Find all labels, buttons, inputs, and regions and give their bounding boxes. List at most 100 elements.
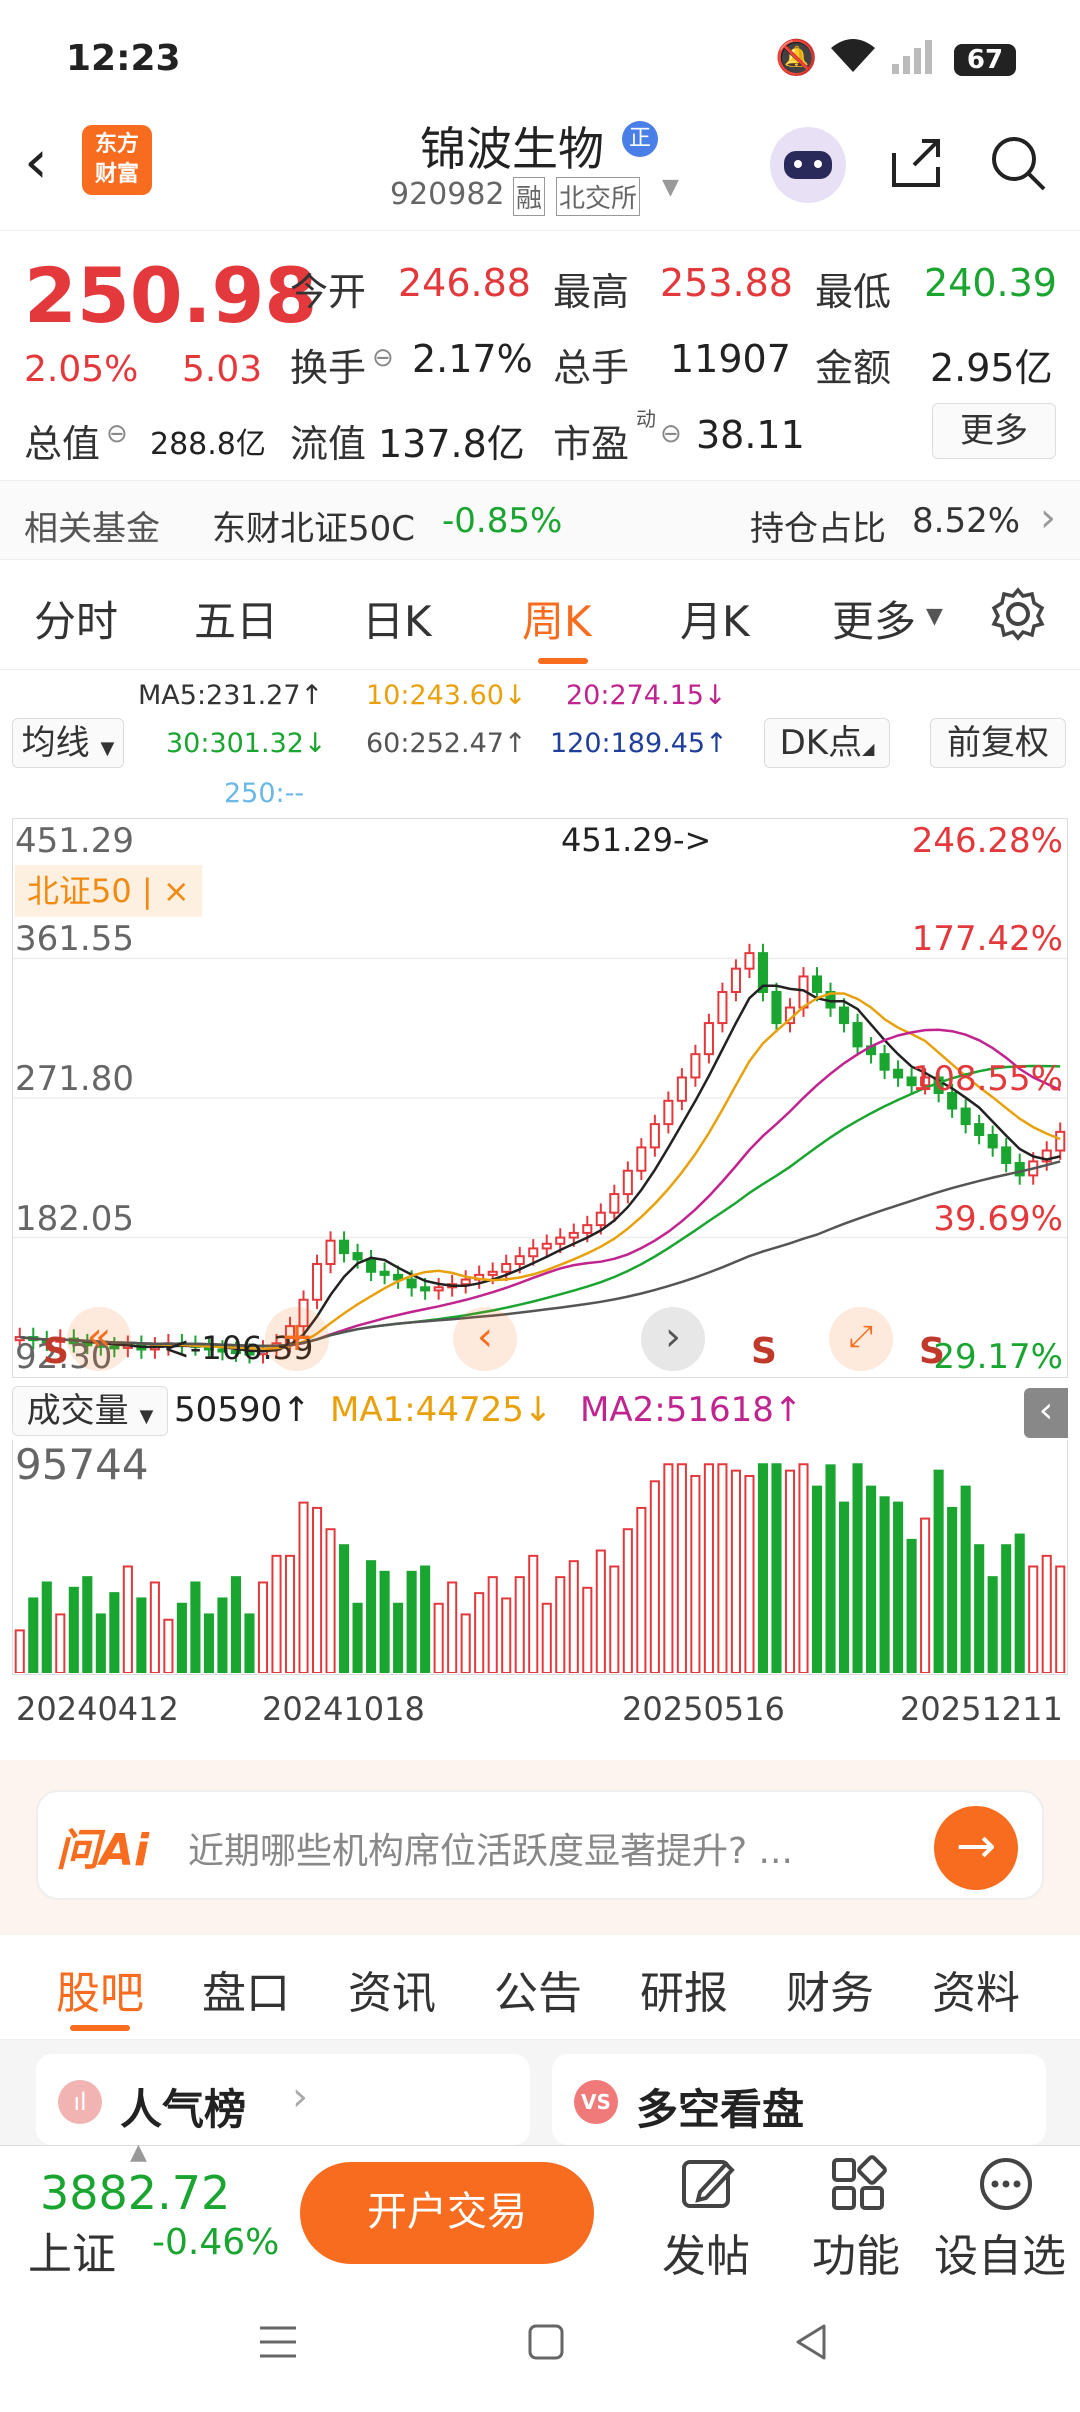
candle-body	[420, 1286, 431, 1292]
volume-bar	[920, 1517, 931, 1673]
candle-body	[325, 1239, 336, 1265]
candle-body	[717, 990, 728, 1025]
chevron-right-icon[interactable]: ›	[1040, 495, 1056, 541]
fund-name[interactable]: 东财北证50C	[212, 501, 415, 550]
ma30-value: 30:301.32↓	[166, 728, 327, 759]
stock-header: ‹ 东方 财富 锦波生物 正 920982 融 北交所 ▼	[0, 105, 1080, 230]
tab-intraday[interactable]: 分时	[34, 588, 118, 649]
functions-button[interactable]: 功能	[810, 2146, 910, 2282]
info-icon[interactable]: ⊖	[372, 343, 394, 373]
tab-news[interactable]: 资讯	[348, 1957, 436, 2021]
stock-code: 920982	[390, 177, 505, 212]
expand-icon[interactable]: ⤢	[829, 1307, 893, 1371]
candle-body	[339, 1239, 350, 1255]
ma250-value: 250:--	[224, 778, 305, 809]
dk-point-button[interactable]: DK点◢	[764, 718, 890, 768]
tab-announcements[interactable]: 公告	[494, 1957, 582, 2021]
volume-bar	[1028, 1565, 1039, 1673]
ai-input[interactable]: 问Ai 近期哪些机构席位活跃度显著提升? ... →	[36, 1790, 1044, 1900]
volume-bar	[203, 1613, 214, 1673]
ma-line	[19, 992, 1061, 1350]
margin-tag: 融	[513, 177, 546, 216]
ai-prompt-text[interactable]: 近期哪些机构席位活跃度显著提升? ...	[188, 1822, 793, 1874]
info-icon[interactable]: ⊖	[660, 419, 682, 449]
popularity-card[interactable]: ıl 人气榜 ›	[36, 2054, 530, 2145]
ai-logo: 问Ai	[56, 1825, 150, 1876]
candle-body	[555, 1236, 566, 1245]
ai-prompt-area: 问Ai 近期哪些机构席位活跃度显著提升? ... →	[0, 1760, 1080, 1935]
candle-body	[636, 1146, 647, 1172]
date-label: 20251211	[900, 1690, 1063, 1728]
prev-icon[interactable]: ‹	[453, 1307, 517, 1371]
tab-profile[interactable]: 资料	[932, 1957, 1020, 2021]
candle-body	[730, 967, 741, 993]
tab-monthly-k[interactable]: 月K	[680, 588, 750, 649]
tab-orderbook[interactable]: 盘口	[202, 1957, 290, 2021]
share-icon[interactable]	[886, 133, 946, 197]
fund-change: -0.85%	[442, 501, 563, 541]
candle-body	[311, 1262, 323, 1301]
tab-weekly-k[interactable]: 周K	[522, 588, 592, 649]
candle-body	[1055, 1130, 1066, 1152]
y-axis-4: 182.05	[15, 1199, 134, 1239]
candle-body	[379, 1270, 390, 1276]
more-dots-icon	[980, 2158, 1032, 2210]
stock-title: 锦波生物	[420, 122, 604, 176]
candle-body	[433, 1286, 444, 1292]
tab-forum[interactable]: 股吧	[56, 1957, 144, 2021]
related-fund-bar[interactable]: 相关基金 东财北证50C -0.85% 持仓占比 8.52% ›	[0, 480, 1080, 560]
volume-bar	[676, 1463, 687, 1673]
search-icon[interactable]	[988, 133, 1048, 197]
tab-financials[interactable]: 财务	[786, 1957, 874, 2021]
tab-daily-k[interactable]: 日K	[362, 588, 432, 649]
volume-bar	[528, 1554, 539, 1673]
index-value[interactable]: 3882.72	[40, 2166, 230, 2220]
rewind-icon[interactable]: «	[67, 1307, 131, 1371]
volume-bar	[866, 1485, 877, 1673]
home-icon[interactable]	[524, 2320, 568, 2368]
ma-selector[interactable]: 均线 ▼	[12, 718, 124, 768]
volume-selector[interactable]: 成交量 ▼	[12, 1386, 168, 1436]
ma5-value: MA5:231.27↑	[138, 680, 324, 711]
system-nav-bar	[0, 2280, 1080, 2412]
post-button[interactable]: 发帖	[656, 2146, 766, 2282]
settings-icon[interactable]	[990, 586, 1046, 646]
index-overlay-tag[interactable]: 北证50 | ×	[15, 865, 202, 917]
caret-up-icon[interactable]: ▲	[130, 2140, 147, 2165]
next-icon[interactable]: ›	[641, 1307, 705, 1371]
menu-icon[interactable]	[256, 2320, 300, 2368]
info-icon[interactable]: ⊖	[106, 419, 128, 449]
wifi-icon	[828, 36, 878, 85]
volume-bar	[852, 1463, 863, 1673]
mute-icon: 🔕	[775, 38, 818, 78]
volume-bar	[568, 1560, 579, 1673]
tab-five-day[interactable]: 五日	[194, 588, 278, 649]
volume-bar	[987, 1576, 998, 1673]
volume-bar	[838, 1501, 850, 1673]
tab-more[interactable]: 更多	[832, 588, 916, 649]
pct-axis-2: 177.42%	[911, 919, 1063, 959]
bull-bear-card[interactable]: VS 多空看盘	[552, 2054, 1046, 2145]
ma20-value: 20:274.15↓	[566, 680, 727, 711]
more-button[interactable]: 更多	[932, 403, 1056, 459]
caret-down-icon[interactable]: ▼	[926, 604, 943, 629]
sell-mark: S	[43, 1331, 69, 1372]
chevron-down-icon[interactable]: ▼	[662, 175, 679, 200]
collapse-panel-icon[interactable]: ‹	[1024, 1388, 1068, 1438]
volume-chart[interactable]: 95744	[12, 1440, 1068, 1675]
tab-research[interactable]: 研报	[640, 1957, 728, 2021]
change-pct: 2.05%	[24, 349, 139, 390]
arrow-right-icon[interactable]: →	[934, 1806, 1018, 1890]
robot-icon[interactable]	[770, 127, 846, 203]
adjust-button[interactable]: 前复权	[930, 718, 1066, 768]
zoom-in-icon[interactable]: +	[265, 1307, 329, 1371]
volume-bar	[636, 1506, 647, 1673]
app-logo[interactable]: 东方 财富	[82, 125, 152, 195]
ma-line	[19, 1160, 1061, 1348]
back-nav-icon[interactable]	[790, 2320, 834, 2368]
open-account-button[interactable]: 开户交易	[300, 2162, 594, 2264]
back-icon[interactable]: ‹	[24, 127, 48, 197]
kline-chart[interactable]: 451.29 361.55 271.80 182.05 92.30 246.28…	[12, 818, 1068, 1378]
add-watchlist-button[interactable]: 设自选	[932, 2146, 1080, 2282]
low-label: 最低	[815, 270, 892, 314]
